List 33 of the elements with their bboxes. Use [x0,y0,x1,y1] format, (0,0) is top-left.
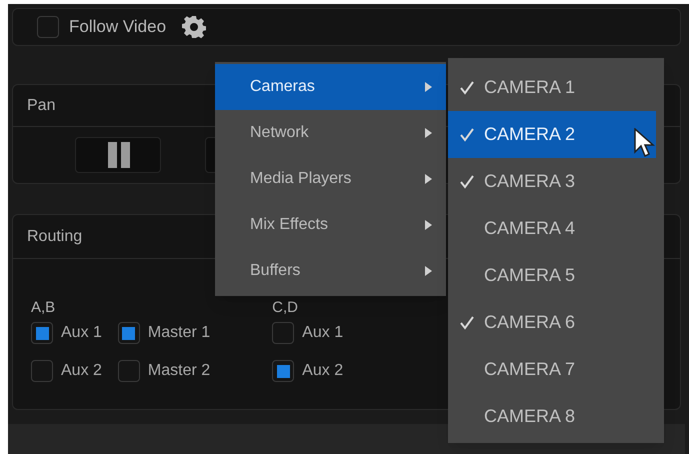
checkbox-label: Aux 2 [302,361,344,381]
checkbox-label: Master 1 [148,323,210,343]
camera-item[interactable]: CAMERA 2 [448,111,656,158]
settings-icon[interactable] [182,15,206,39]
group-label: C,D [272,299,300,317]
routing-title: Routing [27,226,82,246]
camera-item[interactable]: CAMERA 4 [448,205,656,252]
menu-item[interactable]: Buffers [215,248,446,294]
checkbox-label: Aux 2 [61,361,102,381]
menu-item[interactable]: Cameras [215,64,446,110]
checkbox[interactable] [31,322,53,344]
checkbox[interactable] [272,322,294,344]
checkbox-label: Master 2 [148,361,210,381]
camera-item[interactable]: CAMERA 7 [448,346,656,393]
menu-item[interactable]: Mix Effects [215,202,446,248]
mouse-cursor-icon [634,128,656,158]
camera-item[interactable]: CAMERA 1 [448,64,656,111]
pan-title: Pan [27,96,56,116]
checkbox-label: Aux 1 [302,323,344,343]
camera-item[interactable]: CAMERA 8 [448,393,656,440]
camera-item[interactable]: CAMERA 3 [448,158,656,205]
checkbox[interactable] [31,360,53,382]
checkbox-label: Aux 1 [61,323,102,343]
menu-item[interactable]: Network [215,110,446,156]
follow-video-label: Follow Video [69,16,166,38]
checkbox[interactable] [272,360,294,382]
menu-item[interactable]: Media Players [215,156,446,202]
group-label: A,B [31,299,56,317]
checkbox[interactable] [118,360,140,382]
checkbox[interactable] [118,322,140,344]
camera-item[interactable]: CAMERA 6 [448,299,656,346]
checkbox[interactable] [37,16,59,38]
camera-item[interactable]: CAMERA 5 [448,252,656,299]
